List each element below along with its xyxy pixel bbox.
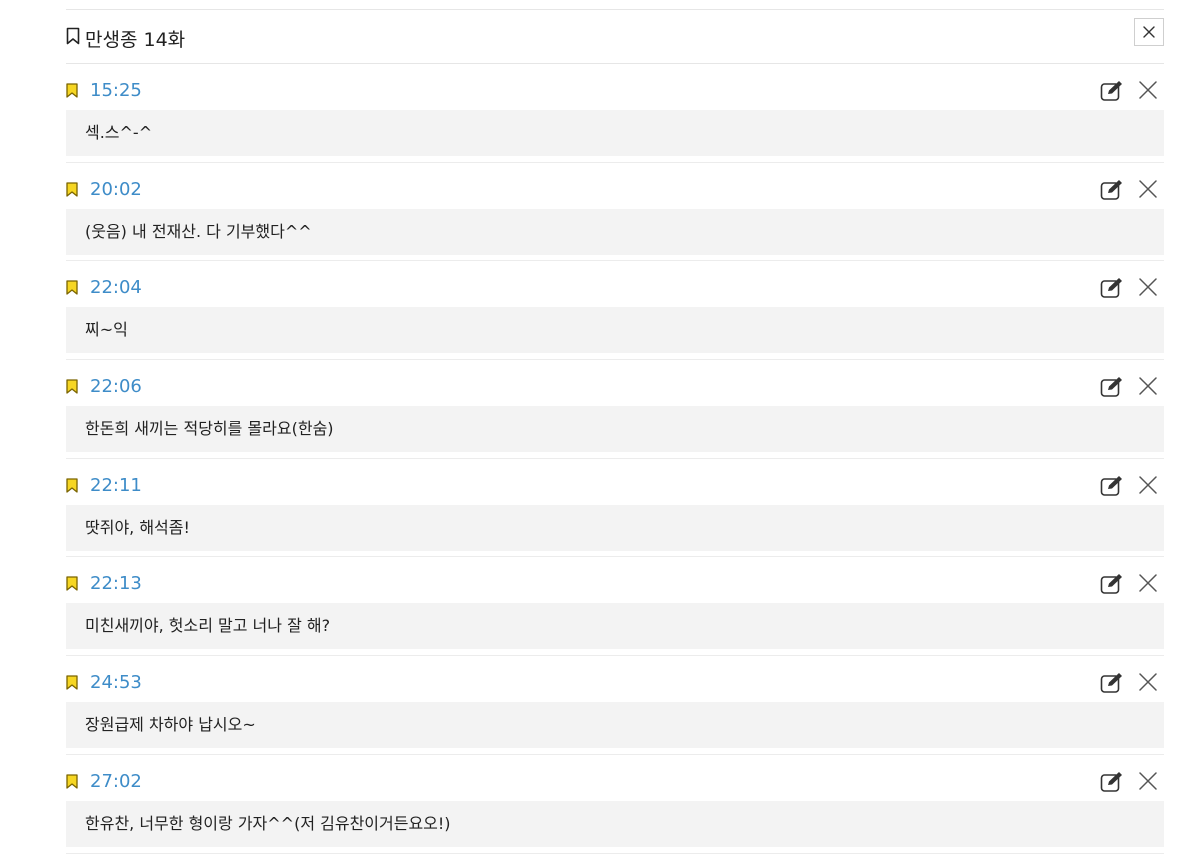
edit-button[interactable]	[1100, 672, 1124, 694]
edit-button[interactable]	[1100, 475, 1124, 497]
episode-title: 만생종 14화	[85, 29, 186, 51]
entry-header: 22:13	[66, 557, 1164, 603]
close-icon	[1139, 574, 1157, 593]
timestamp-link[interactable]: 20:02	[90, 179, 142, 200]
edit-button[interactable]	[1100, 277, 1124, 299]
bookmark-flag-icon	[66, 182, 78, 201]
bookmark-note: (웃음) 내 전재산. 다 기부했다^^	[66, 208, 1164, 255]
list-item: 22:11 땃쥐야, 해석좀!	[66, 459, 1164, 558]
close-panel-button[interactable]	[1134, 18, 1164, 46]
bookmark-list: 15:25 섹.스^-^ 20:02 (웃음) 내 전재산. 다 기부했다^^ …	[66, 64, 1164, 854]
bookmark-flag-icon	[66, 675, 78, 694]
panel-header: 만생종 14화	[66, 10, 1164, 64]
entry-header: 15:25	[66, 64, 1164, 110]
list-item: 27:02 한유찬, 너무한 형이랑 가자^^(저 김유찬이거든요오!)	[66, 755, 1164, 854]
bookmark-flag-icon	[66, 478, 78, 497]
entry-header: 20:02	[66, 163, 1164, 209]
entry-header: 22:04	[66, 261, 1164, 307]
edit-icon	[1100, 475, 1122, 496]
list-item: 20:02 (웃음) 내 전재산. 다 기부했다^^	[66, 163, 1164, 262]
bookmark-note: 미친새끼야, 헛소리 말고 너나 잘 해?	[66, 603, 1164, 650]
entry-header: 22:06	[66, 360, 1164, 406]
edit-icon	[1100, 179, 1122, 200]
entry-header: 27:02	[66, 755, 1164, 801]
delete-button[interactable]	[1138, 80, 1158, 100]
close-icon	[1139, 772, 1157, 790]
list-item: 15:25 섹.스^-^	[66, 64, 1164, 163]
close-icon	[1139, 377, 1157, 395]
timestamp-link[interactable]: 22:04	[90, 277, 142, 298]
delete-button[interactable]	[1138, 573, 1158, 593]
timestamp-link[interactable]: 27:02	[90, 771, 142, 792]
bookmark-flag-icon	[66, 576, 78, 595]
close-icon	[1139, 278, 1157, 297]
bookmark-outline-icon	[66, 27, 85, 50]
close-icon	[1139, 179, 1157, 198]
list-item: 24:53 장원급제 차하야 납시오~	[66, 656, 1164, 755]
edit-icon	[1100, 673, 1122, 693]
bookmark-note: 한돈희 새끼는 적당히를 몰라요(한숨)	[66, 406, 1164, 453]
entry-header: 22:11	[66, 459, 1164, 505]
bookmark-note: 장원급제 차하야 납시오~	[66, 702, 1164, 749]
timestamp-link[interactable]: 22:13	[90, 573, 142, 594]
bookmark-note: 섹.스^-^	[66, 110, 1164, 156]
delete-button[interactable]	[1138, 672, 1158, 692]
timestamp-link[interactable]: 22:06	[90, 376, 142, 397]
list-item: 22:04 찌~익	[66, 261, 1164, 361]
edit-icon	[1100, 278, 1122, 299]
timestamp-link[interactable]: 15:25	[90, 80, 142, 101]
bookmark-note: 찌~익	[66, 307, 1164, 354]
delete-button[interactable]	[1138, 179, 1158, 199]
delete-button[interactable]	[1138, 277, 1158, 297]
list-item: 22:13 미친새끼야, 헛소리 말고 너나 잘 해?	[66, 557, 1164, 657]
close-icon	[1139, 81, 1157, 99]
bookmark-note: 땃쥐야, 해석좀!	[66, 504, 1164, 551]
edit-button[interactable]	[1100, 179, 1124, 201]
timestamp-link[interactable]: 22:11	[90, 475, 142, 496]
bookmark-note: 한유찬, 너무한 형이랑 가자^^(저 김유찬이거든요오!)	[66, 800, 1164, 847]
close-icon	[1139, 673, 1157, 691]
page-title: 만생종 14화	[66, 25, 185, 52]
delete-button[interactable]	[1138, 376, 1158, 396]
close-icon	[1143, 23, 1155, 42]
edit-button[interactable]	[1100, 80, 1124, 102]
bookmark-flag-icon	[66, 83, 78, 102]
edit-icon	[1100, 574, 1122, 595]
entry-header: 24:53	[66, 656, 1164, 702]
edit-icon	[1100, 771, 1122, 792]
bookmark-flag-icon	[66, 774, 78, 793]
delete-button[interactable]	[1138, 771, 1158, 791]
bookmark-flag-icon	[66, 379, 78, 398]
edit-icon	[1100, 377, 1122, 397]
edit-button[interactable]	[1100, 771, 1124, 793]
edit-button[interactable]	[1100, 376, 1124, 398]
timestamp-link[interactable]: 24:53	[90, 672, 142, 693]
edit-button[interactable]	[1100, 573, 1124, 595]
list-item: 22:06 한돈희 새끼는 적당히를 몰라요(한숨)	[66, 360, 1164, 459]
bookmark-panel: 만생종 14화 15:25 섹.스^-^ 20:02 (웃음) 내 전재산. 다…	[66, 0, 1164, 858]
close-icon	[1139, 476, 1157, 494]
delete-button[interactable]	[1138, 475, 1158, 495]
bookmark-flag-icon	[66, 280, 78, 299]
edit-icon	[1100, 81, 1122, 101]
